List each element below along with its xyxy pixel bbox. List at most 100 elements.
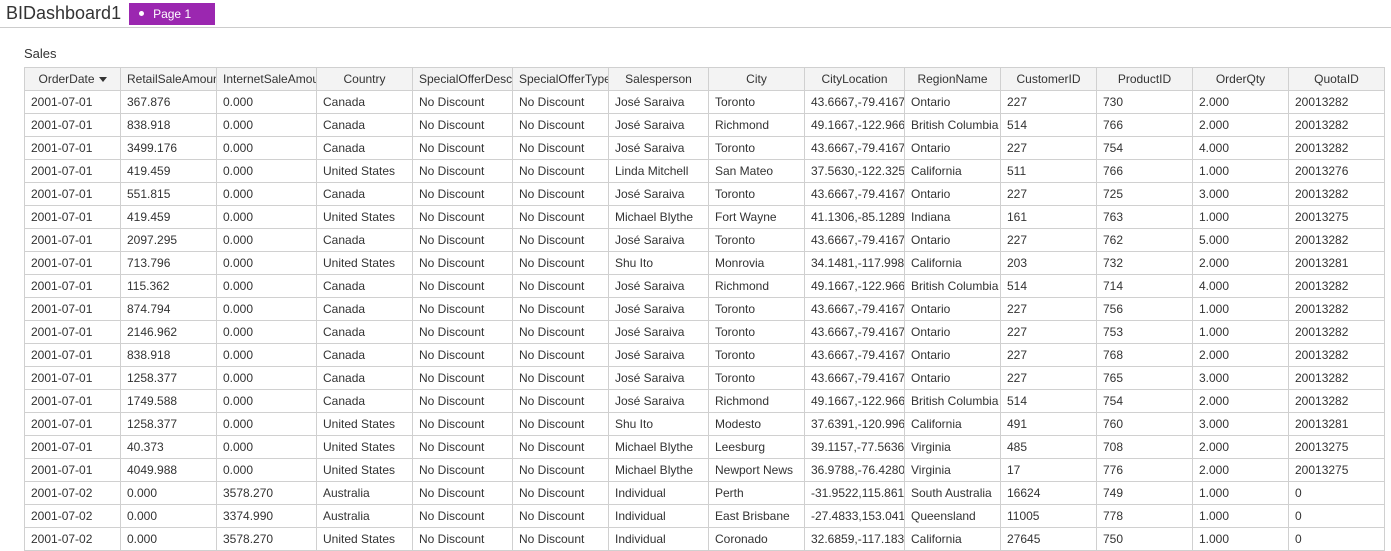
table-cell: No Discount <box>513 528 609 551</box>
table-cell: 43.6667,-79.4167 <box>805 298 905 321</box>
table-row[interactable]: 2001-07-01838.9180.000CanadaNo DiscountN… <box>25 114 1385 137</box>
table-cell: 491 <box>1001 413 1097 436</box>
column-header[interactable]: City <box>709 68 805 91</box>
column-header[interactable]: QuotaID <box>1289 68 1385 91</box>
table-cell: 227 <box>1001 137 1097 160</box>
table-cell: Ontario <box>905 229 1001 252</box>
table-cell: No Discount <box>413 183 513 206</box>
table-cell: California <box>905 160 1001 183</box>
table-row[interactable]: 2001-07-011258.3770.000CanadaNo Discount… <box>25 367 1385 390</box>
table-cell: 20013281 <box>1289 252 1385 275</box>
table-cell: No Discount <box>513 229 609 252</box>
table-cell: California <box>905 413 1001 436</box>
table-row[interactable]: 2001-07-01874.7940.000CanadaNo DiscountN… <box>25 298 1385 321</box>
table-cell: Toronto <box>709 321 805 344</box>
column-header[interactable]: CustomerID <box>1001 68 1097 91</box>
column-header[interactable]: Salesperson <box>609 68 709 91</box>
table-row[interactable]: 2001-07-020.0003578.270AustraliaNo Disco… <box>25 482 1385 505</box>
table-cell: José Saraiva <box>609 137 709 160</box>
table-cell: Individual <box>609 505 709 528</box>
table-cell: 161 <box>1001 206 1097 229</box>
table-cell: José Saraiva <box>609 229 709 252</box>
table-cell: 3499.176 <box>121 137 217 160</box>
table-cell: 0.000 <box>217 91 317 114</box>
column-header[interactable]: SpecialOfferDescrip <box>413 68 513 91</box>
table-cell: 227 <box>1001 91 1097 114</box>
table-cell: 838.918 <box>121 114 217 137</box>
column-header[interactable]: OrderDate <box>25 68 121 91</box>
column-header[interactable]: OrderQty <box>1193 68 1289 91</box>
column-header[interactable]: RegionName <box>905 68 1001 91</box>
table-row[interactable]: 2001-07-012097.2950.000CanadaNo Discount… <box>25 229 1385 252</box>
column-header[interactable]: CityLocation <box>805 68 905 91</box>
table-cell: Toronto <box>709 137 805 160</box>
table-row[interactable]: 2001-07-01115.3620.000CanadaNo DiscountN… <box>25 275 1385 298</box>
table-cell: José Saraiva <box>609 298 709 321</box>
table-cell: South Australia <box>905 482 1001 505</box>
table-cell: Ontario <box>905 298 1001 321</box>
table-row[interactable]: 2001-07-020.0003578.270United StatesNo D… <box>25 528 1385 551</box>
table-cell: 43.6667,-79.4167 <box>805 321 905 344</box>
column-header[interactable]: RetailSaleAmount <box>121 68 217 91</box>
table-cell: 732 <box>1097 252 1193 275</box>
column-header[interactable]: Country <box>317 68 413 91</box>
sales-table: OrderDateRetailSaleAmountInternetSaleAmo… <box>24 67 1385 551</box>
table-cell: Ontario <box>905 183 1001 206</box>
tab-page-1[interactable]: Page 1 <box>129 3 215 25</box>
table-cell: Leesburg <box>709 436 805 459</box>
table-cell: Australia <box>317 482 413 505</box>
table-row[interactable]: 2001-07-01419.4590.000United StatesNo Di… <box>25 160 1385 183</box>
table-cell: Ontario <box>905 344 1001 367</box>
table-row[interactable]: 2001-07-020.0003374.990AustraliaNo Disco… <box>25 505 1385 528</box>
table-cell: Toronto <box>709 91 805 114</box>
table-cell: No Discount <box>513 482 609 505</box>
table-row[interactable]: 2001-07-011749.5880.000CanadaNo Discount… <box>25 390 1385 413</box>
table-row[interactable]: 2001-07-012146.9620.000CanadaNo Discount… <box>25 321 1385 344</box>
table-cell: 2001-07-01 <box>25 160 121 183</box>
table-cell: 203 <box>1001 252 1097 275</box>
table-cell: 2097.295 <box>121 229 217 252</box>
table-cell: 0.000 <box>121 528 217 551</box>
table-row[interactable]: 2001-07-01551.8150.000CanadaNo DiscountN… <box>25 183 1385 206</box>
table-cell: 20013282 <box>1289 91 1385 114</box>
table-cell: 838.918 <box>121 344 217 367</box>
table-cell: No Discount <box>413 528 513 551</box>
table-row[interactable]: 2001-07-01419.4590.000United StatesNo Di… <box>25 206 1385 229</box>
table-cell: 17 <box>1001 459 1097 482</box>
table-row[interactable]: 2001-07-01713.7960.000United StatesNo Di… <box>25 252 1385 275</box>
table-cell: 778 <box>1097 505 1193 528</box>
table-cell: Toronto <box>709 298 805 321</box>
table-row[interactable]: 2001-07-01367.8760.000CanadaNo DiscountN… <box>25 91 1385 114</box>
table-cell: 2001-07-01 <box>25 367 121 390</box>
table-cell: 0.000 <box>217 321 317 344</box>
table-cell: 2001-07-01 <box>25 275 121 298</box>
table-cell: California <box>905 252 1001 275</box>
column-header[interactable]: ProductID <box>1097 68 1193 91</box>
table-cell: No Discount <box>513 160 609 183</box>
column-header[interactable]: SpecialOfferType <box>513 68 609 91</box>
table-cell: Canada <box>317 183 413 206</box>
table-row[interactable]: 2001-07-0140.3730.000United StatesNo Dis… <box>25 436 1385 459</box>
table-cell: 41.1306,-85.1289 <box>805 206 905 229</box>
table-cell: 756 <box>1097 298 1193 321</box>
table-cell: 32.6859,-117.1831 <box>805 528 905 551</box>
table-cell: 0.000 <box>217 459 317 482</box>
table-cell: Canada <box>317 114 413 137</box>
table-row[interactable]: 2001-07-011258.3770.000United StatesNo D… <box>25 413 1385 436</box>
table-cell: 514 <box>1001 390 1097 413</box>
table-row[interactable]: 2001-07-013499.1760.000CanadaNo Discount… <box>25 137 1385 160</box>
table-cell: 2001-07-01 <box>25 114 121 137</box>
table-cell: 485 <box>1001 436 1097 459</box>
table-cell: 36.9788,-76.4280 <box>805 459 905 482</box>
table-cell: 762 <box>1097 229 1193 252</box>
table-cell: 227 <box>1001 183 1097 206</box>
table-cell: United States <box>317 436 413 459</box>
table-cell: 1.000 <box>1193 321 1289 344</box>
table-row[interactable]: 2001-07-014049.9880.000United StatesNo D… <box>25 459 1385 482</box>
table-row[interactable]: 2001-07-01838.9180.000CanadaNo DiscountN… <box>25 344 1385 367</box>
table-cell: 754 <box>1097 390 1193 413</box>
table-cell: 749 <box>1097 482 1193 505</box>
column-header[interactable]: InternetSaleAmount <box>217 68 317 91</box>
table-cell: Ontario <box>905 91 1001 114</box>
table-cell: 1258.377 <box>121 367 217 390</box>
